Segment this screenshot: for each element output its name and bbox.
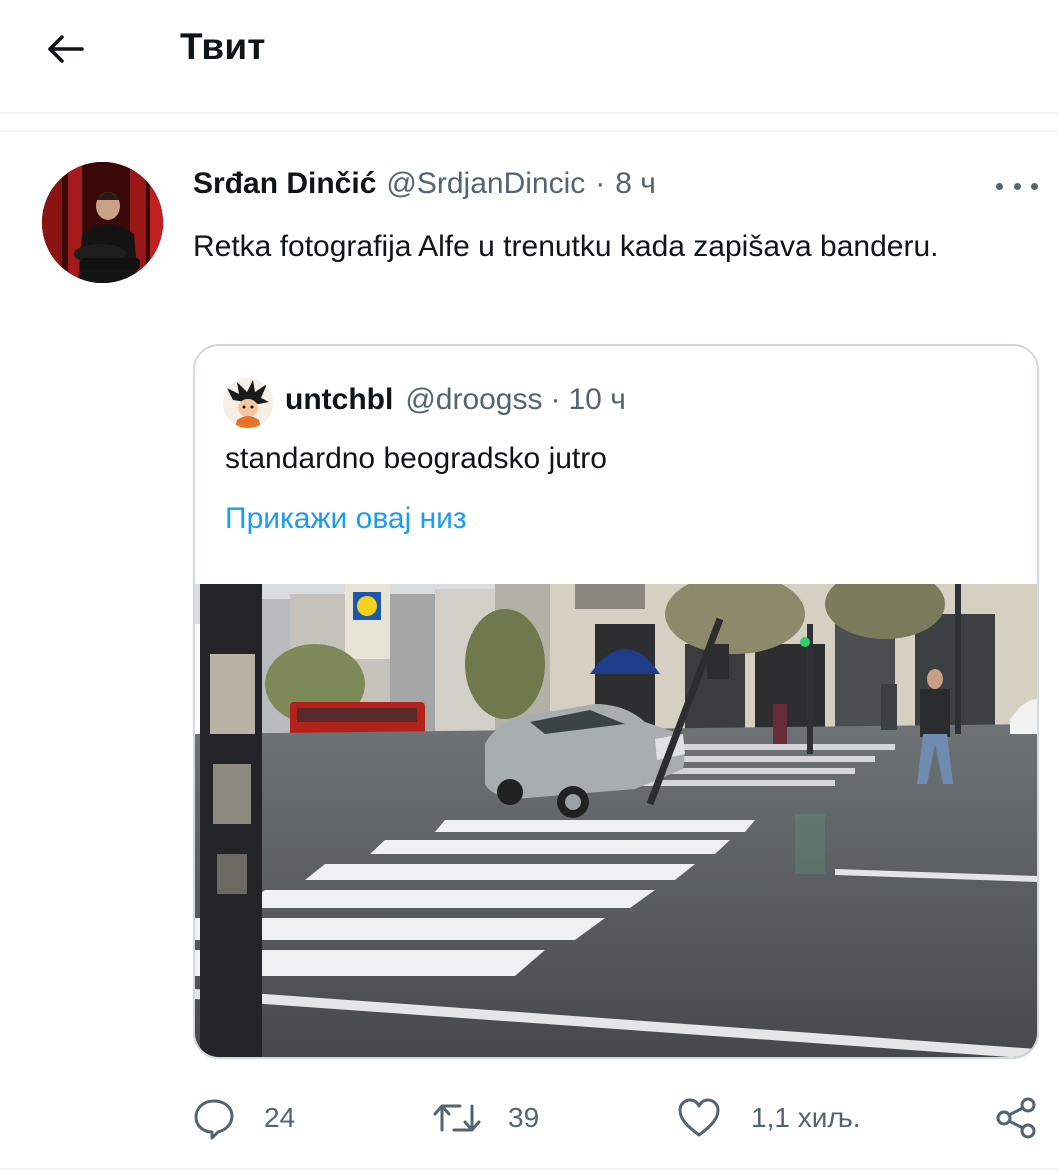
author-avatar-image xyxy=(42,162,163,283)
share-icon xyxy=(996,1097,1036,1139)
quote-avatar-image xyxy=(223,378,273,428)
more-options-button[interactable] xyxy=(996,170,1038,202)
reply-button[interactable]: 24 xyxy=(192,1090,295,1146)
show-thread-link[interactable]: Прикажи овај низ xyxy=(225,502,467,536)
share-button[interactable] xyxy=(994,1090,1038,1146)
separator: · xyxy=(595,167,606,200)
quote-author-name[interactable]: untchbl xyxy=(285,383,393,417)
tweet-text: Retka fotografija Alfe u trenutku kada z… xyxy=(193,230,939,263)
like-button[interactable]: 1,1 хиљ. xyxy=(677,1090,861,1146)
retweet-icon xyxy=(433,1104,481,1132)
more-horizontal-icon-dot xyxy=(1031,182,1038,190)
retweet-count: 39 xyxy=(508,1102,540,1133)
divider xyxy=(0,130,1058,132)
arrow-left-icon xyxy=(48,35,84,63)
reply-count: 24 xyxy=(264,1102,296,1133)
quote-text: standardno beogradsko jutro xyxy=(225,442,607,475)
top-bar: Твит xyxy=(0,0,1058,112)
street-photo xyxy=(195,569,1037,1057)
quote-author-avatar[interactable] xyxy=(223,378,273,428)
quoted-tweet[interactable]: untchbl @droogss · 10 ч standardno beogr… xyxy=(193,344,1039,1059)
back-button[interactable] xyxy=(40,26,90,72)
action-bar: 24 39 1,1 хиљ. xyxy=(0,1090,1058,1146)
author-avatar[interactable] xyxy=(42,162,163,283)
divider xyxy=(0,112,1058,114)
like-count: 1,1 хиљ. xyxy=(751,1102,861,1133)
tweet-time[interactable]: 8 ч xyxy=(615,167,656,201)
more-horizontal-icon-dot xyxy=(1013,182,1021,190)
quote-author-handle[interactable]: @droogss xyxy=(405,383,542,417)
quote-photo[interactable] xyxy=(195,569,1037,1057)
more-horizontal-icon xyxy=(996,182,1003,190)
tweet-header: Srđan Dinčić @SrdjanDincic · 8 ч xyxy=(193,167,656,207)
divider xyxy=(0,1168,1058,1170)
quote-header: untchbl @droogss · 10 ч xyxy=(285,383,626,417)
heart-icon xyxy=(678,1098,720,1137)
retweet-button[interactable]: 39 xyxy=(432,1090,539,1146)
author-name[interactable]: Srđan Dinčić xyxy=(193,167,376,201)
separator: · xyxy=(550,383,561,416)
reply-icon xyxy=(194,1099,234,1140)
page-title: Твит xyxy=(180,26,266,67)
quote-time[interactable]: 10 ч xyxy=(569,383,626,417)
author-handle[interactable]: @SrdjanDincic xyxy=(386,167,585,201)
